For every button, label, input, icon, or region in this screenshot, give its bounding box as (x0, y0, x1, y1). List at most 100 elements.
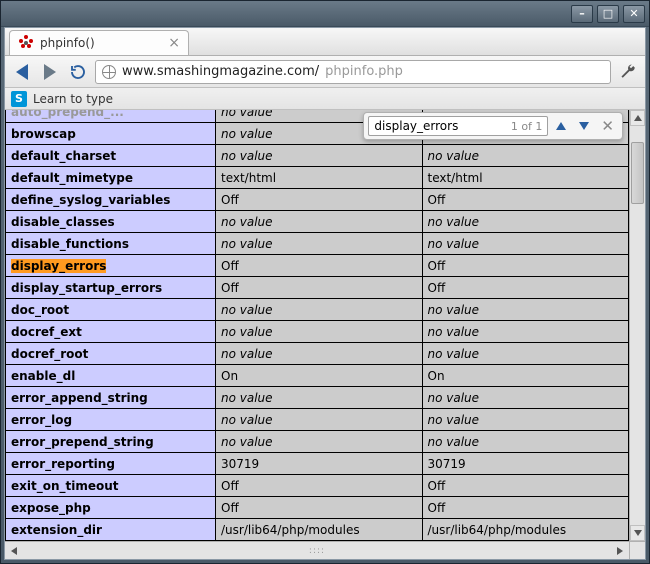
bookmark-icon: S (11, 91, 27, 107)
tab-title: phpinfo() (40, 36, 95, 50)
php-favicon (18, 35, 34, 51)
master-value: no value (422, 431, 629, 453)
local-value: text/html (216, 167, 423, 189)
arrow-right-icon (44, 64, 56, 80)
find-next-button[interactable] (574, 116, 594, 136)
master-value: no value (422, 211, 629, 233)
local-value: Off (216, 255, 423, 277)
directive-name: auto_prepend_... (6, 110, 216, 123)
directive-name: disable_functions (6, 233, 216, 255)
minimize-button[interactable]: – (571, 5, 593, 23)
master-value: no value (422, 145, 629, 167)
find-prev-button[interactable] (551, 116, 571, 136)
resize-grip-icon: :::: (309, 546, 325, 556)
scroll-viewport[interactable]: auto_prepend_... no value browscapno val… (5, 110, 629, 541)
master-value: Off (422, 277, 629, 299)
triangle-up-icon (634, 115, 642, 121)
scroll-up-button[interactable] (630, 110, 645, 126)
master-value: Off (422, 475, 629, 497)
local-value: no value (216, 387, 423, 409)
scroll-down-button[interactable] (630, 525, 645, 541)
local-value: no value (216, 299, 423, 321)
table-row: disable_functionsno valueno value (6, 233, 629, 255)
directive-name: default_charset (6, 145, 216, 167)
local-value: no value (216, 409, 423, 431)
master-value: no value (422, 409, 629, 431)
local-value: no value (216, 431, 423, 453)
table-row: display_startup_errorsOffOff (6, 277, 629, 299)
find-bar: display_errors 1 of 1 ✕ (363, 112, 623, 140)
master-value: On (422, 365, 629, 387)
local-value: no value (216, 145, 423, 167)
table-row: doc_rootno valueno value (6, 299, 629, 321)
maximize-button[interactable]: □ (597, 5, 619, 23)
table-row: exit_on_timeoutOffOff (6, 475, 629, 497)
local-value: no value (216, 211, 423, 233)
directive-name: browscap (6, 123, 216, 145)
forward-button[interactable] (39, 61, 61, 83)
settings-button[interactable] (617, 61, 639, 83)
arrow-left-icon (16, 64, 28, 80)
page-content: auto_prepend_... no value browscapno val… (5, 110, 645, 559)
local-value: no value (216, 321, 423, 343)
chevron-down-icon (579, 122, 589, 130)
local-value: 30719 (216, 453, 423, 475)
scroll-thumb[interactable] (631, 142, 644, 204)
close-button[interactable]: ✕ (623, 5, 645, 23)
hscroll-left[interactable] (5, 542, 23, 559)
triangle-left-icon (11, 547, 17, 555)
find-input[interactable]: display_errors 1 of 1 (368, 116, 548, 136)
directive-name: enable_dl (6, 365, 216, 387)
directive-name: display_startup_errors (6, 277, 216, 299)
directive-name: docref_root (6, 343, 216, 365)
table-row: define_syslog_variablesOffOff (6, 189, 629, 211)
table-row: error_logno valueno value (6, 409, 629, 431)
triangle-down-icon (634, 530, 642, 536)
local-value: no value (216, 343, 423, 365)
address-bar[interactable]: www.smashingmagazine.com/phpinfo.php (95, 60, 611, 84)
hscroll-right[interactable] (611, 542, 629, 559)
tab-phpinfo[interactable]: phpinfo() × (9, 30, 189, 55)
master-value: /usr/lib64/php/modules (422, 519, 629, 541)
table-row: display_errorsOffOff (6, 255, 629, 277)
bookmark-label[interactable]: Learn to type (33, 92, 113, 106)
master-value: no value (422, 387, 629, 409)
directive-name: expose_php (6, 497, 216, 519)
directive-name: error_log (6, 409, 216, 431)
find-close-button[interactable]: ✕ (597, 117, 618, 135)
table-row: error_append_stringno valueno value (6, 387, 629, 409)
directive-name: docref_ext (6, 321, 216, 343)
url-host: www.smashingmagazine.com/ (122, 64, 319, 79)
directive-name: error_prepend_string (6, 431, 216, 453)
directive-name: exit_on_timeout (6, 475, 216, 497)
find-count: 1 of 1 (511, 120, 543, 133)
tab-close-icon[interactable]: × (168, 35, 180, 51)
tab-strip[interactable]: phpinfo() × (5, 28, 645, 56)
browser-chrome: phpinfo() × www.smashingmagazine.com/php… (4, 27, 646, 560)
reload-button[interactable] (67, 61, 89, 83)
scroll-corner (629, 541, 645, 559)
globe-icon (102, 65, 116, 79)
table-row: default_mimetypetext/htmltext/html (6, 167, 629, 189)
directive-name: define_syslog_variables (6, 189, 216, 211)
directive-name: error_reporting (6, 453, 216, 475)
directive-name: display_errors (6, 255, 216, 277)
local-value: no value (216, 233, 423, 255)
status-bar: :::: (5, 541, 629, 559)
titlebar[interactable]: – □ ✕ (1, 1, 649, 27)
master-value: no value (422, 233, 629, 255)
table-row: default_charsetno valueno value (6, 145, 629, 167)
local-value: Off (216, 277, 423, 299)
table-row: expose_phpOffOff (6, 497, 629, 519)
local-value: Off (216, 497, 423, 519)
master-value: text/html (422, 167, 629, 189)
bookmarks-bar: S Learn to type (5, 88, 645, 110)
table-row: docref_extno valueno value (6, 321, 629, 343)
vertical-scrollbar[interactable] (629, 110, 645, 541)
table-row: enable_dlOnOn (6, 365, 629, 387)
phpinfo-table: auto_prepend_... no value browscapno val… (5, 110, 629, 541)
triangle-right-icon (617, 547, 623, 555)
back-button[interactable] (11, 61, 33, 83)
local-value: Off (216, 475, 423, 497)
master-value: Off (422, 497, 629, 519)
